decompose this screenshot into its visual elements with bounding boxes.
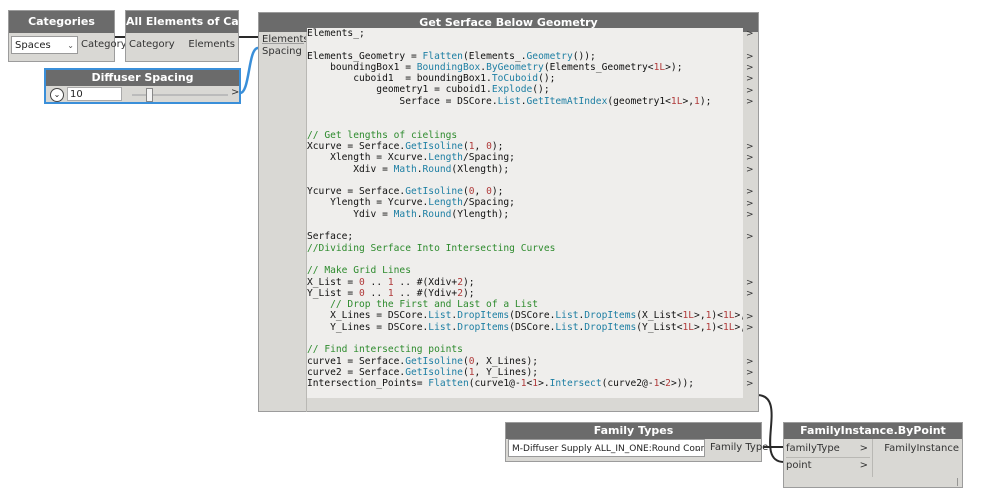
code-output-arrows: > > > > > > > > > > > > > > > > > > > > [746, 28, 756, 398]
categories-title: Categories [9, 11, 114, 33]
output-port-arrow-icon[interactable]: > [746, 97, 754, 107]
code-editor[interactable]: Elements_; Elements_Geometry = Flatten(El… [307, 28, 743, 398]
output-port-arrow-icon[interactable]: > [746, 52, 754, 62]
code-line: Y_List = 0 .. 1 .. #(Ydiv+2); [307, 287, 475, 299]
code-line: // Drop the First and Last of a List [307, 299, 539, 311]
family-instance-input-familytype[interactable]: familyType > [786, 441, 870, 457]
code-line: Serface; [307, 231, 354, 243]
output-port-arrow-icon[interactable]: > [746, 379, 754, 389]
output-port-arrow-icon[interactable]: > [746, 312, 754, 322]
family-instance-output-port[interactable]: FamilyInstance [884, 441, 959, 457]
family-instance-input-point[interactable]: point > [786, 457, 870, 474]
diffuser-spacing-title: Diffuser Spacing [46, 70, 239, 86]
code-line: // Find intersecting points [307, 344, 463, 356]
code-line: Intersection_Points= Flatten(curve1@-1<1… [307, 378, 695, 390]
expand-chevron-icon[interactable]: ⌄ [50, 88, 64, 102]
chevron-down-icon: ⌄ [694, 444, 701, 453]
family-instance-input-point-label: point [786, 460, 812, 471]
code-line: Xcurve = Serface.GetIsoline(1, 0); [307, 140, 504, 152]
output-port-arrow-icon[interactable]: > [746, 187, 754, 197]
categories-output-port[interactable]: Category [81, 37, 127, 53]
output-port-arrow-icon[interactable]: > [746, 232, 754, 242]
code-line: geometry1 = cuboid1.Explode(); [307, 84, 550, 96]
code-line: Ydiv = Math.Round(Ylength); [307, 208, 510, 220]
output-port-arrow-icon[interactable]: > [746, 142, 754, 152]
all-elements-node[interactable]: All Elements of Category Category Elemen… [125, 10, 239, 62]
output-port-arrow-icon[interactable]: > [746, 210, 754, 220]
family-types-node[interactable]: Family Types M-Diffuser Supply ALL_IN_ON… [505, 422, 768, 462]
slider-thumb[interactable] [146, 88, 153, 102]
code-line: Ycurve = Serface.GetIsoline(0, 0); [307, 186, 504, 198]
code-line: Elements_; [307, 28, 365, 39]
code-line: cuboid1 = boundingBox1.ToCuboid(); [307, 73, 556, 85]
categories-dropdown[interactable]: Spaces ⌄ [11, 36, 78, 54]
port-arrow-icon: > [859, 460, 868, 471]
port-arrow-icon: > [859, 443, 868, 454]
output-port-arrow-icon[interactable]: > [746, 368, 754, 378]
code-line: Serface = DSCore.List.GetItemAtIndex(geo… [307, 95, 712, 107]
chevron-down-icon: ⌄ [67, 41, 74, 50]
code-line: X_Lines = DSCore.List.DropItems(DSCore.L… [307, 310, 743, 322]
output-port-arrow-icon[interactable]: > [746, 165, 754, 175]
family-types-title: Family Types [506, 423, 761, 439]
slider-value[interactable]: 10 [67, 87, 122, 101]
family-instance-node[interactable]: FamilyInstance.ByPoint familyType > poin… [783, 422, 963, 488]
diffuser-spacing-node[interactable]: Diffuser Spacing ⌄ 10 > [44, 68, 241, 104]
family-types-selected: M-Diffuser Supply ALL_IN_ONE:Round Conne… [512, 444, 704, 454]
code-line: boundingBox1 = BoundingBox.ByGeometry(El… [307, 61, 683, 73]
code-line: Y_Lines = DSCore.List.DropItems(DSCore.L… [307, 321, 743, 333]
code-line: Elements_Geometry = Flatten(Elements_.Ge… [307, 50, 596, 62]
output-port-arrow-icon[interactable]: > [746, 199, 754, 209]
family-instance-divider [872, 439, 873, 477]
family-types-dropdown[interactable]: M-Diffuser Supply ALL_IN_ONE:Round Conne… [508, 439, 705, 457]
code-line: //Dividing Serface Into Intersecting Cur… [307, 242, 556, 254]
wire-spacing [239, 46, 259, 95]
code-line: Xlength = Xcurve.Length/Spacing; [307, 152, 515, 164]
family-instance-title: FamilyInstance.ByPoint [784, 423, 962, 439]
output-port-arrow-icon[interactable]: > [746, 86, 754, 96]
code-line: Ylength = Ycurve.Length/Spacing; [307, 197, 515, 209]
output-port-arrow-icon[interactable]: > [746, 323, 754, 333]
code-line: // Make Grid Lines [307, 265, 411, 277]
output-port-arrow-icon[interactable]: > [746, 153, 754, 163]
code-line: curve2 = Serface.GetIsoline(1, Y_Lines); [307, 366, 539, 378]
resize-handle-icon[interactable]: | [956, 477, 959, 486]
output-port-arrow-icon[interactable]: > [746, 29, 754, 39]
output-port-arrow-icon[interactable]: > [746, 289, 754, 299]
output-port-arrow-icon[interactable]: > [746, 63, 754, 73]
output-port-arrow-icon[interactable]: > [746, 357, 754, 367]
all-elements-title: All Elements of Category [126, 11, 238, 33]
all-elements-output-port[interactable]: Elements [188, 37, 235, 53]
code-line: Xdiv = Math.Round(Xlength); [307, 163, 510, 175]
family-instance-input-familytype-label: familyType [786, 443, 840, 454]
output-port-arrow-icon[interactable]: > [746, 278, 754, 288]
family-types-output-port[interactable]: Family Type [710, 440, 768, 456]
all-elements-input-port[interactable]: Category [129, 37, 175, 53]
diffuser-spacing-output-arrow[interactable]: > [231, 87, 239, 98]
categories-selected: Spaces [15, 40, 51, 51]
code-line: // Get lengths of cielings [307, 129, 458, 141]
code-input-spacing[interactable]: Spacing [262, 43, 304, 60]
categories-node[interactable]: Categories Spaces ⌄ Category [8, 10, 127, 62]
output-port-arrow-icon[interactable]: > [746, 74, 754, 84]
code-line: curve1 = Serface.GetIsoline(0, X_Lines); [307, 355, 539, 367]
code-line: X_List = 0 .. 1 .. #(Xdiv+2); [307, 276, 475, 288]
